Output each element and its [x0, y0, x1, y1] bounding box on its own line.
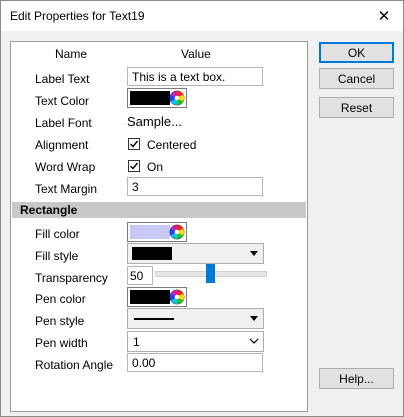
chevron-down-icon	[250, 251, 258, 256]
word-wrap-checkbox[interactable]	[128, 160, 140, 172]
help-button[interactable]: Help...	[319, 368, 394, 389]
pen-style-dropdown[interactable]	[127, 308, 264, 329]
text-margin-input[interactable]: 3	[127, 177, 263, 196]
color-wheel-icon	[169, 289, 185, 305]
rotation-angle-input[interactable]: 0.00	[127, 353, 263, 372]
rotation-angle-label: Rotation Angle	[35, 358, 114, 372]
close-button[interactable]: ✕	[365, 1, 403, 31]
cancel-button[interactable]: Cancel	[319, 68, 394, 89]
alignment-checkbox[interactable]	[128, 138, 140, 150]
transparency-slider-thumb[interactable]	[205, 264, 215, 283]
window-title: Edit Properties for Text19	[10, 9, 145, 23]
color-wheel-icon	[169, 90, 185, 106]
pen-width-label: Pen width	[35, 336, 88, 350]
section-header-rectangle: Rectangle	[12, 202, 306, 218]
text-margin-label: Text Margin	[35, 182, 98, 196]
properties-grid: Name Value Label Text This is a text box…	[10, 41, 308, 412]
fill-style-dropdown[interactable]	[127, 243, 264, 264]
pen-style-label: Pen style	[35, 314, 85, 328]
text-color-label: Text Color	[35, 94, 90, 108]
alignment-label: Alignment	[35, 138, 89, 152]
text-color-swatch	[130, 91, 170, 105]
pen-style-line-preview	[134, 318, 174, 320]
word-wrap-option-label: On	[147, 160, 164, 174]
fill-color-swatch	[130, 225, 170, 239]
color-wheel-icon	[169, 224, 185, 240]
transparency-input[interactable]: 50	[127, 266, 153, 285]
properties-dialog: Edit Properties for Text19 ✕ Name Value …	[0, 0, 404, 417]
label-font-label: Label Font	[35, 116, 92, 130]
checkmark-icon	[130, 140, 139, 148]
section-title: Rectangle	[20, 203, 78, 217]
label-font-button[interactable]: Sample...	[127, 114, 182, 129]
fill-style-label: Fill style	[35, 249, 79, 263]
reset-button[interactable]: Reset	[319, 97, 394, 118]
chevron-down-icon	[250, 316, 258, 321]
label-text-input[interactable]: This is a text box.	[127, 67, 263, 86]
pen-color-swatch	[130, 290, 170, 304]
text-color-picker[interactable]	[127, 88, 187, 108]
close-icon: ✕	[377, 8, 391, 25]
ok-button[interactable]: OK	[319, 42, 394, 63]
column-header-value: Value	[181, 47, 211, 61]
pen-color-label: Pen color	[35, 292, 86, 306]
title-bar: Edit Properties for Text19 ✕	[1, 1, 403, 31]
chevron-down-icon	[249, 338, 259, 344]
fill-style-swatch	[132, 247, 172, 260]
checkmark-icon	[130, 162, 139, 170]
fill-color-label: Fill color	[35, 227, 80, 241]
word-wrap-label: Word Wrap	[35, 160, 96, 174]
alignment-option-label: Centered	[147, 138, 197, 152]
label-text-label: Label Text	[35, 72, 90, 86]
fill-color-picker[interactable]	[127, 222, 187, 242]
pen-width-dropdown[interactable]: 1	[127, 331, 264, 352]
transparency-label: Transparency	[35, 271, 108, 285]
pen-width-value: 1	[133, 335, 140, 349]
pen-color-picker[interactable]	[127, 287, 187, 307]
column-header-name: Name	[55, 47, 88, 61]
